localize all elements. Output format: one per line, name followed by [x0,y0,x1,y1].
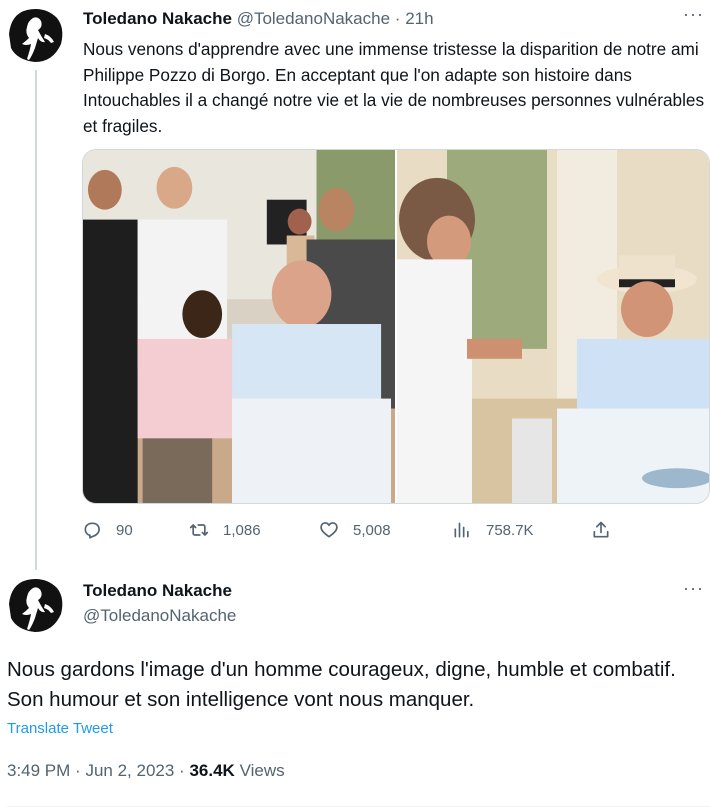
author-avatar[interactable] [5,574,67,636]
retweet-count: 1,086 [223,521,261,539]
tweet-meta: 3:49 PM · Jun 2, 2023 · 36.4K Views [7,761,285,781]
tweet-header: Toledano Nakache @ToledanoNakache · 21h [83,8,434,30]
more-icon[interactable]: ··· [683,4,704,25]
like-count: 5,008 [353,521,391,539]
author-handle[interactable]: @ToledanoNakache [237,9,390,28]
retweet-button[interactable]: 1,086 [189,520,261,540]
translate-tweet-link[interactable]: Translate Tweet [7,720,113,737]
views-count: 36.4K [189,761,235,780]
reply-count: 90 [116,521,133,539]
share-icon [593,521,609,538]
share-button[interactable] [591,520,611,540]
views-count: 758.7K [486,521,534,539]
thread-connector-line [35,70,37,570]
views-icon [454,522,469,538]
author-handle[interactable]: @ToledanoNakache [83,606,236,626]
tweet-text: Nous gardons l'image d'un homme courageu… [7,658,676,711]
tweet-time[interactable]: 3:49 PM [7,761,70,780]
photo-two-men[interactable] [397,150,709,503]
author-name[interactable]: Toledano Nakache [83,581,232,601]
author-avatar[interactable] [5,4,67,66]
like-icon [320,522,338,538]
tweet-actions: 90 1,086 5,008 758.7K [82,520,622,548]
like-button[interactable]: 5,008 [319,520,391,540]
tweet-text: Nous venons d'apprendre avec une immense… [83,39,705,136]
reply-button[interactable]: 90 [82,520,133,540]
views-button[interactable]: 758.7K [452,520,534,540]
divider [7,806,710,807]
author-name[interactable]: Toledano Nakache [83,9,232,28]
header-separator: · [394,9,401,28]
tweet-timestamp[interactable]: 21h [405,9,433,28]
tweet-date[interactable]: Jun 2, 2023 [85,761,174,780]
retweet-icon [189,524,209,536]
meta-separator: · [179,761,185,780]
tweet-media[interactable] [82,149,710,504]
more-icon[interactable]: ··· [683,578,704,599]
meta-separator: · [75,761,81,780]
views-label: Views [239,761,285,780]
reply-icon [84,522,100,539]
photo-group-portrait[interactable] [83,150,397,503]
